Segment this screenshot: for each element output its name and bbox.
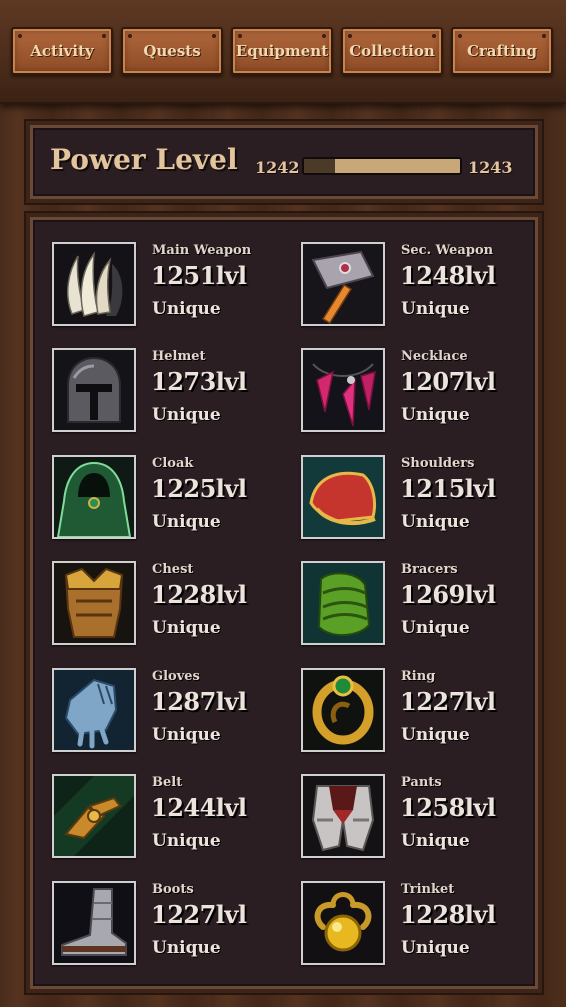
slot-rarity: Unique: [401, 405, 470, 425]
slot-rarity: Unique: [152, 831, 221, 851]
slot-level: 1215lvl: [400, 474, 496, 503]
equipment-slot: Helmet 1273lvl Unique: [52, 348, 292, 438]
equipment-slot: Shoulders 1215lvl Unique: [301, 455, 541, 545]
slot-icon-button[interactable]: [52, 242, 136, 326]
slot-level: 1228lvl: [400, 900, 496, 929]
top-nav-bar: Activity Quests Equipment Collection Cra…: [0, 0, 566, 104]
slot-name-necklace: Necklace: [401, 349, 468, 364]
hammer-icon: [303, 244, 383, 324]
tab-crafting[interactable]: Crafting: [451, 27, 553, 75]
equipment-slot: Cloak 1225lvl Unique: [52, 455, 292, 545]
power-progress-bar: [302, 157, 462, 175]
slot-level: 1248lvl: [400, 261, 496, 290]
power-level-next: 1243: [468, 158, 513, 177]
slot-name-main-weapon: Main Weapon: [152, 243, 252, 258]
power-level-current: 1242: [255, 158, 300, 177]
slot-icon-button[interactable]: [301, 668, 385, 752]
slot-icon-button[interactable]: [52, 774, 136, 858]
tab-quests[interactable]: Quests: [121, 27, 223, 75]
slot-level: 1258lvl: [400, 793, 496, 822]
slot-name-sec-weapon: Sec. Weapon: [401, 243, 494, 258]
slot-rarity: Unique: [152, 618, 221, 638]
equipment-slot: Bracers 1269lvl Unique: [301, 561, 541, 651]
equipment-slot: Pants 1258lvl Unique: [301, 774, 541, 864]
slot-name-boots: Boots: [152, 882, 194, 897]
boots-icon: [54, 883, 134, 963]
slot-rarity: Unique: [401, 725, 470, 745]
slot-name-belt: Belt: [152, 775, 183, 790]
slot-rarity: Unique: [152, 299, 221, 319]
slot-level: 1287lvl: [151, 687, 247, 716]
power-progress-fill: [304, 159, 336, 173]
pants-icon: [303, 776, 383, 856]
slot-name-shoulders: Shoulders: [401, 456, 475, 471]
slot-level: 1273lvl: [151, 367, 247, 396]
helmet-icon: [54, 350, 134, 430]
belt-icon: [54, 776, 134, 856]
slot-level: 1244lvl: [151, 793, 247, 822]
slot-name-pants: Pants: [401, 775, 442, 790]
gloves-icon: [54, 670, 134, 750]
slot-level: 1227lvl: [151, 900, 247, 929]
slot-icon-button[interactable]: [301, 242, 385, 326]
slot-level: 1228lvl: [151, 580, 247, 609]
slot-icon-button[interactable]: [301, 561, 385, 645]
slot-icon-button[interactable]: [52, 881, 136, 965]
ring-icon: [303, 670, 383, 750]
equipment-slot: Belt 1244lvl Unique: [52, 774, 292, 864]
equipment-slot: Chest 1228lvl Unique: [52, 561, 292, 651]
slot-rarity: Unique: [152, 512, 221, 532]
slot-rarity: Unique: [401, 299, 470, 319]
slot-icon-button[interactable]: [301, 774, 385, 858]
equipment-slot: Main Weapon 1251lvl Unique: [52, 242, 292, 332]
equipment-slot: Necklace 1207lvl Unique: [301, 348, 541, 438]
slot-icon-button[interactable]: [52, 348, 136, 432]
slot-icon-button[interactable]: [52, 561, 136, 645]
power-level-panel: Power Level 1242 1243: [26, 121, 542, 203]
slot-level: 1227lvl: [400, 687, 496, 716]
slot-icon-button[interactable]: [301, 881, 385, 965]
slot-rarity: Unique: [401, 831, 470, 851]
slot-icon-button[interactable]: [52, 455, 136, 539]
claw-icon: [54, 244, 134, 324]
chest-armor-icon: [54, 563, 134, 643]
tab-equipment[interactable]: Equipment: [231, 27, 333, 75]
equipment-slot: Ring 1227lvl Unique: [301, 668, 541, 758]
slot-level: 1251lvl: [151, 261, 247, 290]
slot-rarity: Unique: [152, 938, 221, 958]
slot-name-trinket: Trinket: [401, 882, 455, 897]
slot-rarity: Unique: [401, 618, 470, 638]
necklace-icon: [303, 350, 383, 430]
slot-icon-button[interactable]: [301, 348, 385, 432]
slot-name-gloves: Gloves: [152, 669, 200, 684]
slot-name-chest: Chest: [152, 562, 194, 577]
slot-level: 1225lvl: [151, 474, 247, 503]
equipment-slot: Trinket 1228lvl Unique: [301, 881, 541, 971]
slot-name-ring: Ring: [401, 669, 436, 684]
trinket-icon: [303, 883, 383, 963]
slot-icon-button[interactable]: [301, 455, 385, 539]
slot-level: 1207lvl: [400, 367, 496, 396]
slot-rarity: Unique: [152, 725, 221, 745]
shoulders-icon: [303, 457, 383, 537]
slot-rarity: Unique: [401, 512, 470, 532]
equipment-slot: Sec. Weapon 1248lvl Unique: [301, 242, 541, 332]
bracers-icon: [303, 563, 383, 643]
slot-rarity: Unique: [401, 938, 470, 958]
slot-name-bracers: Bracers: [401, 562, 458, 577]
power-level-title: Power Level: [50, 143, 238, 176]
slot-rarity: Unique: [152, 405, 221, 425]
equipment-slot: Gloves 1287lvl Unique: [52, 668, 292, 758]
tab-collection[interactable]: Collection: [341, 27, 443, 75]
equipment-slot: Boots 1227lvl Unique: [52, 881, 292, 971]
slot-name-helmet: Helmet: [152, 349, 206, 364]
tab-activity[interactable]: Activity: [11, 27, 113, 75]
equipment-panel: Main Weapon 1251lvl Unique Sec. Weapon 1…: [26, 213, 542, 993]
slot-icon-button[interactable]: [52, 668, 136, 752]
slot-level: 1269lvl: [400, 580, 496, 609]
slot-name-cloak: Cloak: [152, 456, 194, 471]
cloak-icon: [54, 457, 134, 537]
